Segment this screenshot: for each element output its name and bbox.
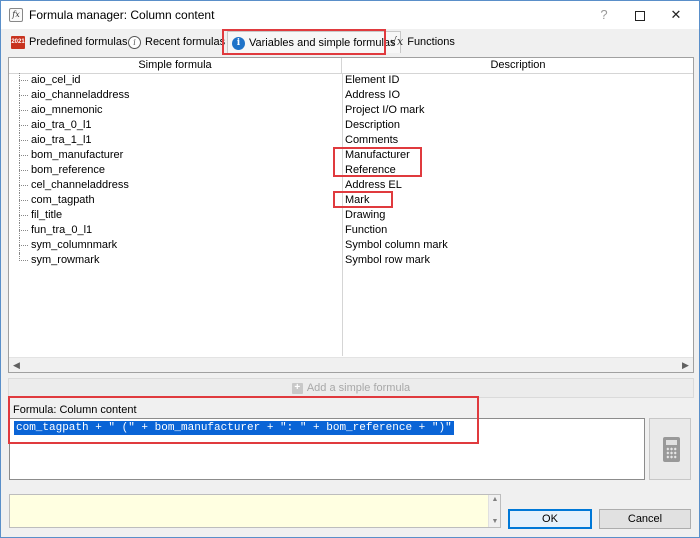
formula-table: Simple formula Description aio_cel_id Ele…	[8, 57, 694, 373]
formula-cell: aio_cel_id	[31, 74, 81, 86]
calculator-button[interactable]	[649, 418, 691, 480]
tree-line	[19, 230, 28, 231]
formula-manager-window: fx Formula manager: Column content ? ✕ 2…	[0, 0, 700, 538]
tree-line	[19, 215, 28, 216]
table-row[interactable]: cel_channeladdress Address EL	[9, 178, 693, 193]
tree-line	[19, 260, 28, 261]
maximize-icon	[635, 10, 645, 21]
table-row[interactable]: bom_manufacturer Manufacturer	[9, 148, 693, 163]
tab-label: Variables and simple formulas	[249, 37, 396, 49]
scroll-down-icon[interactable]: ▼	[489, 517, 501, 527]
table-row[interactable]: sym_rowmark Symbol row mark	[9, 253, 693, 268]
formula-cell: aio_tra_1_l1	[31, 134, 92, 146]
table-row[interactable]: fun_tra_0_l1 Function	[9, 223, 693, 238]
table-header: Simple formula Description	[9, 58, 693, 74]
2021-app-icon: 2021	[11, 35, 25, 49]
title-bar: fx Formula manager: Column content ? ✕	[1, 1, 699, 29]
scroll-left-icon[interactable]: ◀	[9, 358, 24, 373]
tab-label: Predefined formulas	[29, 36, 128, 48]
table-row[interactable]: bom_reference Reference	[9, 163, 693, 178]
tree-line	[19, 110, 28, 111]
maximize-button[interactable]	[623, 1, 657, 29]
formula-cell: sym_columnmark	[31, 239, 118, 251]
tree-line	[19, 155, 28, 156]
tab-label: Recent formulas	[145, 36, 226, 48]
tab-label: Functions	[407, 36, 455, 48]
formula-cell: cel_channeladdress	[31, 179, 129, 191]
description-cell: Project I/O mark	[345, 104, 425, 116]
add-simple-formula-label: Add a simple formula	[306, 382, 411, 394]
description-cell: Comments	[345, 134, 399, 146]
formula-cell: aio_channeladdress	[31, 89, 130, 101]
add-simple-formula-button[interactable]: + Add a simple formula	[8, 378, 694, 398]
tree-line	[19, 125, 28, 126]
description-cell: Mark	[345, 194, 370, 206]
description-cell: Element ID	[345, 74, 400, 86]
formula-label: Formula: Column content	[13, 404, 137, 416]
description-cell: Reference	[345, 164, 396, 176]
formula-cell: fil_title	[31, 209, 63, 221]
formula-cell: aio_tra_0_l1	[31, 119, 92, 131]
description-cell: Manufacturer	[345, 149, 410, 161]
scroll-right-icon[interactable]: ▶	[678, 358, 693, 373]
table-row[interactable]: fil_title Drawing	[9, 208, 693, 223]
info-filled-icon: i	[232, 36, 245, 50]
table-row[interactable]: aio_mnemonic Project I/O mark	[9, 103, 693, 118]
help-button[interactable]: ?	[587, 1, 621, 29]
description-cell: Address EL	[345, 179, 402, 191]
tab-bar: 2021 Predefined formulas i Recent formulas…	[7, 31, 693, 53]
column-header-description[interactable]: Description	[343, 58, 693, 73]
description-cell: Drawing	[345, 209, 386, 221]
calculator-keys	[666, 447, 677, 459]
tree-line	[19, 185, 28, 186]
tab-recent-formulas[interactable]: i Recent formulas	[128, 32, 225, 52]
ok-button[interactable]: OK	[508, 509, 592, 529]
table-row[interactable]: aio_cel_id Element ID	[9, 73, 693, 88]
cancel-button[interactable]: Cancel	[599, 509, 691, 529]
tree-line	[19, 140, 28, 141]
info-outline-icon: i	[128, 35, 141, 49]
tree-line	[19, 245, 28, 246]
formula-cell: bom_manufacturer	[31, 149, 124, 161]
tab-predefined-formulas[interactable]: 2021 Predefined formulas	[11, 32, 127, 52]
tree-line	[19, 95, 28, 96]
formula-fx-icon: fx	[9, 8, 23, 22]
description-cell: Address IO	[345, 89, 401, 101]
tab-variables-and-simple-formulas[interactable]: i Variables and simple formulas	[227, 31, 401, 53]
table-row[interactable]: com_tagpath Mark	[9, 193, 693, 208]
close-button[interactable]: ✕	[659, 1, 693, 29]
description-cell: Symbol row mark	[345, 254, 430, 266]
description-cell: Symbol column mark	[345, 239, 448, 251]
calculator-screen	[666, 440, 677, 445]
tab-functions[interactable]: √x Functions	[390, 32, 455, 52]
formula-cell: bom_reference	[31, 164, 105, 176]
formula-cell: fun_tra_0_l1	[31, 224, 93, 236]
table-body: aio_cel_id Element ID aio_channeladdress A…	[9, 73, 693, 268]
table-row[interactable]: aio_tra_0_l1 Description	[9, 118, 693, 133]
horizontal-scrollbar[interactable]: ◀ ▶	[9, 357, 693, 372]
tree-line	[19, 170, 28, 171]
tree-line	[19, 80, 28, 81]
calculator-icon	[663, 437, 680, 462]
formula-editor[interactable]: com_tagpath + " (" + bom_manufacturer + …	[9, 418, 645, 480]
scroll-up-icon[interactable]: ▲	[489, 495, 501, 505]
vertical-scrollbar[interactable]: ▲ ▼	[488, 495, 500, 527]
tree-line	[19, 200, 28, 201]
formula-cell: com_tagpath	[31, 194, 95, 206]
plus-icon: +	[291, 382, 303, 394]
formula-cell: aio_mnemonic	[31, 104, 103, 116]
description-cell: Description	[345, 119, 401, 131]
table-row[interactable]: aio_channeladdress Address IO	[9, 88, 693, 103]
message-area: ▲ ▼	[9, 494, 501, 528]
formula-text[interactable]: com_tagpath + " (" + bom_manufacturer + …	[14, 421, 454, 435]
sqrt-x-icon: √x	[390, 35, 404, 49]
column-header-simple-formula[interactable]: Simple formula	[9, 58, 342, 73]
window-title: Formula manager: Column content	[29, 8, 215, 22]
table-row[interactable]: sym_columnmark Symbol column mark	[9, 238, 693, 253]
table-row[interactable]: aio_tra_1_l1 Comments	[9, 133, 693, 148]
formula-cell: sym_rowmark	[31, 254, 100, 266]
description-cell: Function	[345, 224, 388, 236]
